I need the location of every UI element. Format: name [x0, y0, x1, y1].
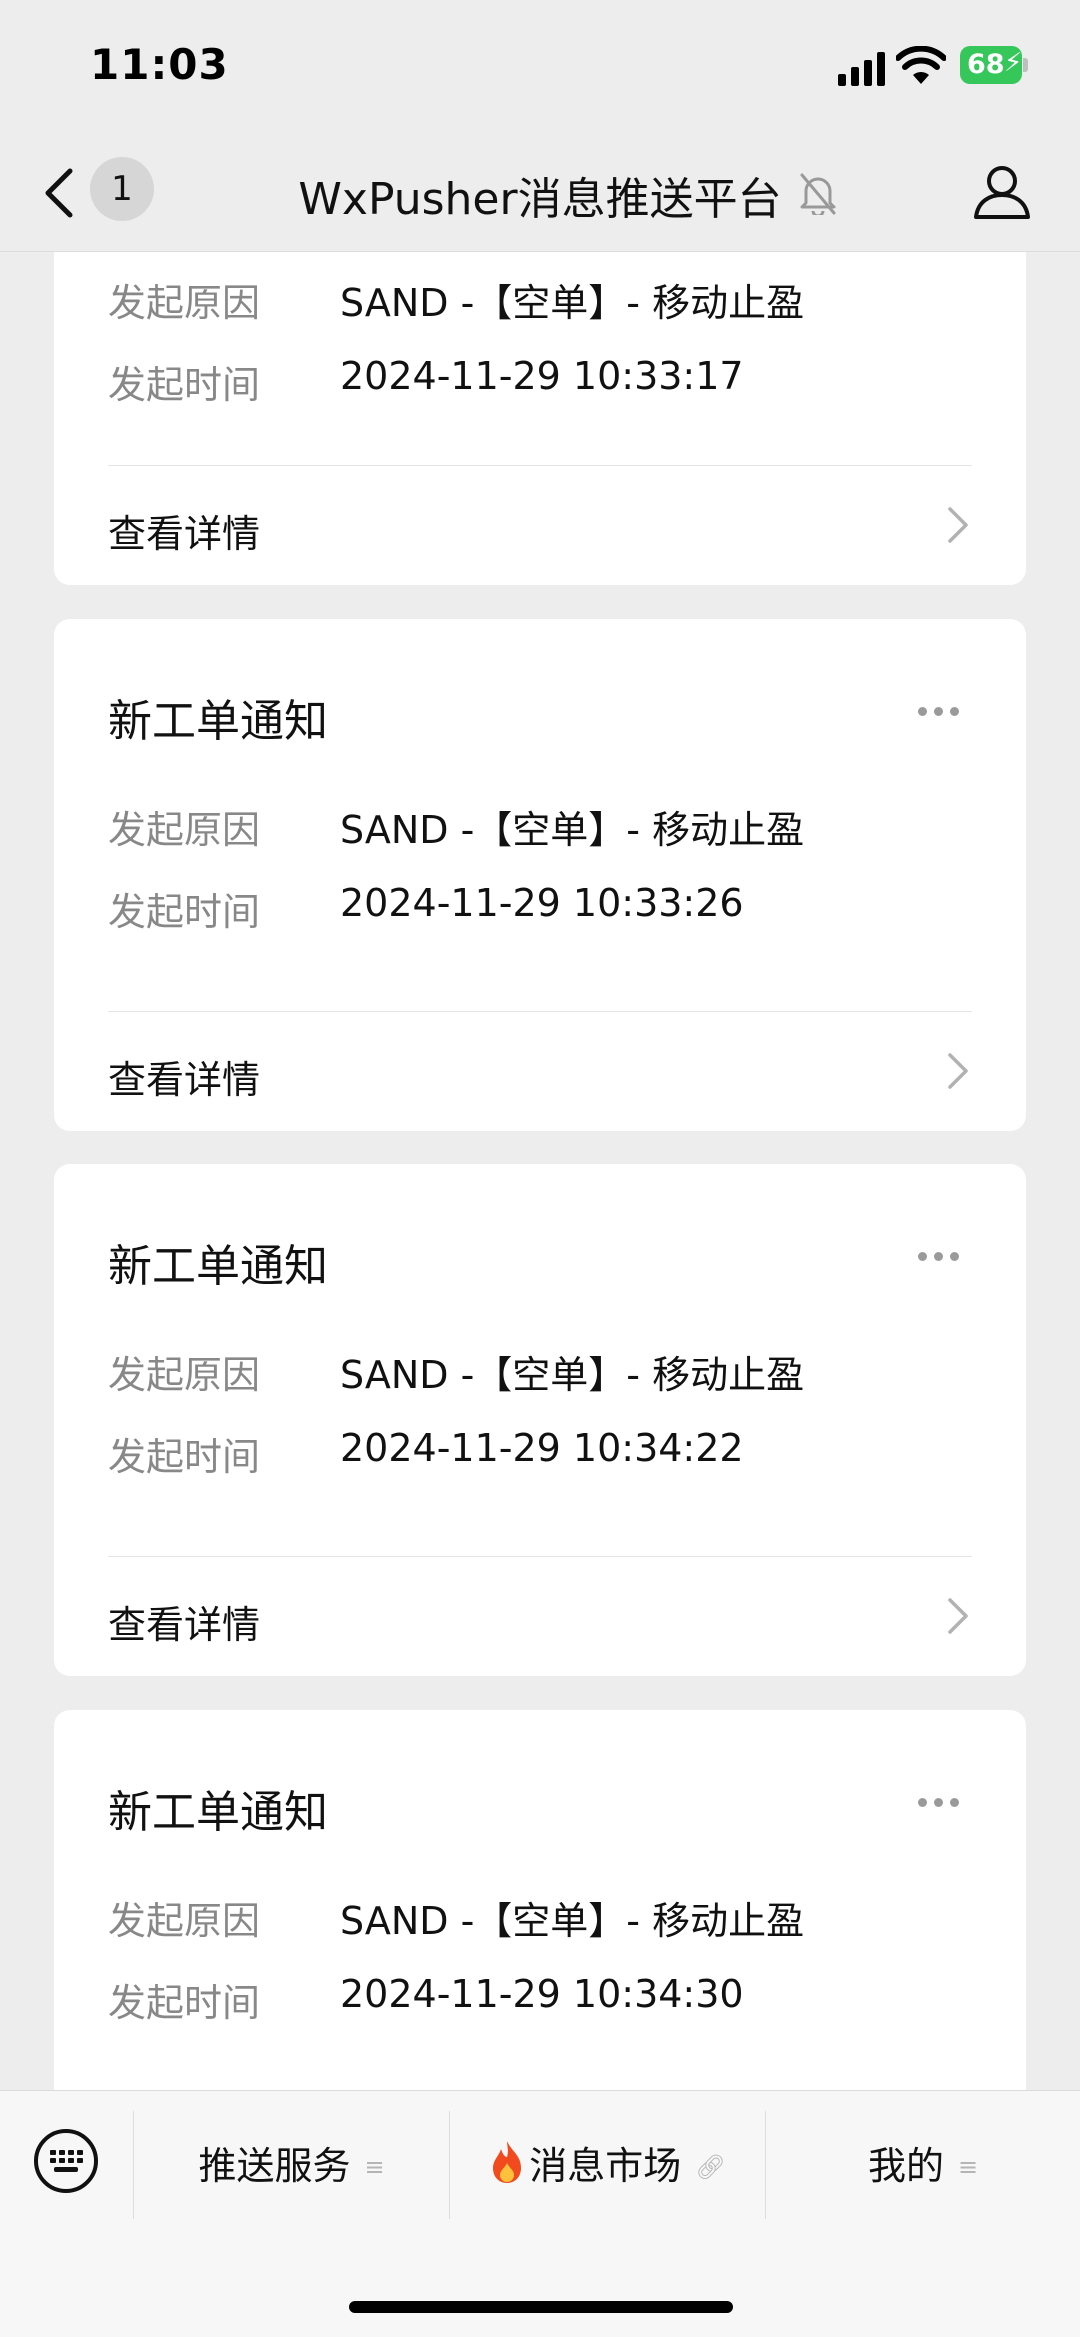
menu-item-push-service[interactable]: 推送服务 ≡: [134, 2091, 449, 2241]
fire-icon: [493, 2141, 522, 2183]
time-value: 2024-11-29 10:34:30: [340, 1972, 744, 2016]
chevron-right-icon: [948, 1053, 968, 1089]
reason-value: SAND -【空单】- 移动止盈: [340, 1353, 805, 1397]
message-card: 发起原因 SAND -【空单】- 移动止盈 发起时间 2024-11-29 10…: [54, 252, 1026, 585]
charging-bolt-icon: ⚡: [1004, 48, 1023, 78]
view-details-link[interactable]: 查看详情: [54, 465, 1026, 585]
reason-label: 发起原因: [108, 281, 261, 325]
menu-item-label: 推送服务: [198, 2144, 351, 2188]
menu-item-label: 消息市场: [529, 2144, 682, 2188]
status-bar: 11:03 68 ⚡: [0, 0, 1080, 135]
message-feed[interactable]: 发起原因 SAND -【空单】- 移动止盈 发起时间 2024-11-29 10…: [0, 252, 1080, 2090]
time-value: 2024-11-29 10:34:22: [340, 1426, 744, 1470]
time-label: 发起时间: [108, 890, 261, 934]
reason-value: SAND -【空单】- 移动止盈: [340, 281, 805, 325]
view-details-link[interactable]: 查看详情: [54, 1011, 1026, 1131]
service-menu-bar: 推送服务 ≡ 消息市场 🔗︎ 我的 ≡: [0, 2090, 1080, 2337]
battery-indicator: 68 ⚡: [960, 46, 1028, 84]
home-indicator[interactable]: [349, 2301, 733, 2313]
chat-title: WxPusher消息推送平台: [298, 174, 782, 225]
wechat-chat-screen: 11:03 68 ⚡ 1 WxPusher消息推送平台 发起原因 SAND -【…: [0, 0, 1080, 2337]
chevron-right-icon: [948, 1598, 968, 1634]
chevron-right-icon: [948, 507, 968, 543]
time-value: 2024-11-29 10:33:26: [340, 881, 744, 925]
mute-bell-icon: [800, 173, 836, 215]
view-details-label: 查看详情: [108, 512, 261, 556]
menu-item-message-market[interactable]: 消息市场 🔗︎: [450, 2091, 765, 2241]
time-label: 发起时间: [108, 1981, 261, 2025]
message-card: 新工单通知 发起原因 SAND -【空单】- 移动止盈 发起时间 2024-11…: [54, 1710, 1026, 2090]
more-options-icon[interactable]: [918, 1792, 968, 1807]
link-icon: 🔗︎: [695, 2153, 726, 2181]
reason-label: 发起原因: [108, 808, 261, 852]
time-label: 发起时间: [108, 1435, 261, 1479]
card-title: 新工单通知: [108, 696, 328, 747]
card-title: 新工单通知: [108, 1787, 328, 1838]
time-value: 2024-11-29 10:33:17: [340, 354, 744, 398]
menu-item-label: 我的: [867, 2144, 944, 2188]
nav-bar: 1 WxPusher消息推送平台: [0, 135, 1080, 252]
more-options-icon[interactable]: [918, 1246, 968, 1261]
message-card: 新工单通知 发起原因 SAND -【空单】- 移动止盈 发起时间 2024-11…: [54, 1164, 1026, 1676]
reason-value: SAND -【空单】- 移动止盈: [340, 808, 805, 852]
more-options-icon[interactable]: [918, 701, 968, 716]
menu-lines-icon: ≡: [364, 2153, 385, 2181]
keyboard-toggle-icon[interactable]: [32, 2127, 100, 2195]
status-time: 11:03: [90, 40, 229, 89]
view-details-label: 查看详情: [108, 1603, 261, 1647]
reason-label: 发起原因: [108, 1353, 261, 1397]
battery-cap: [1023, 58, 1028, 72]
wifi-icon: [896, 46, 946, 84]
card-title: 新工单通知: [108, 1241, 328, 1292]
reason-label: 发起原因: [108, 1899, 261, 1943]
profile-icon[interactable]: [972, 161, 1032, 221]
menu-item-mine[interactable]: 我的 ≡: [766, 2091, 1080, 2241]
reason-value: SAND -【空单】- 移动止盈: [340, 1899, 805, 1943]
view-details-link[interactable]: 查看详情: [54, 1556, 1026, 1676]
time-label: 发起时间: [108, 363, 261, 407]
menu-lines-icon: ≡: [957, 2153, 979, 2181]
cellular-signal-icon: [838, 52, 885, 86]
view-details-label: 查看详情: [108, 1058, 261, 1102]
message-card: 新工单通知 发起原因 SAND -【空单】- 移动止盈 发起时间 2024-11…: [54, 619, 1026, 1131]
